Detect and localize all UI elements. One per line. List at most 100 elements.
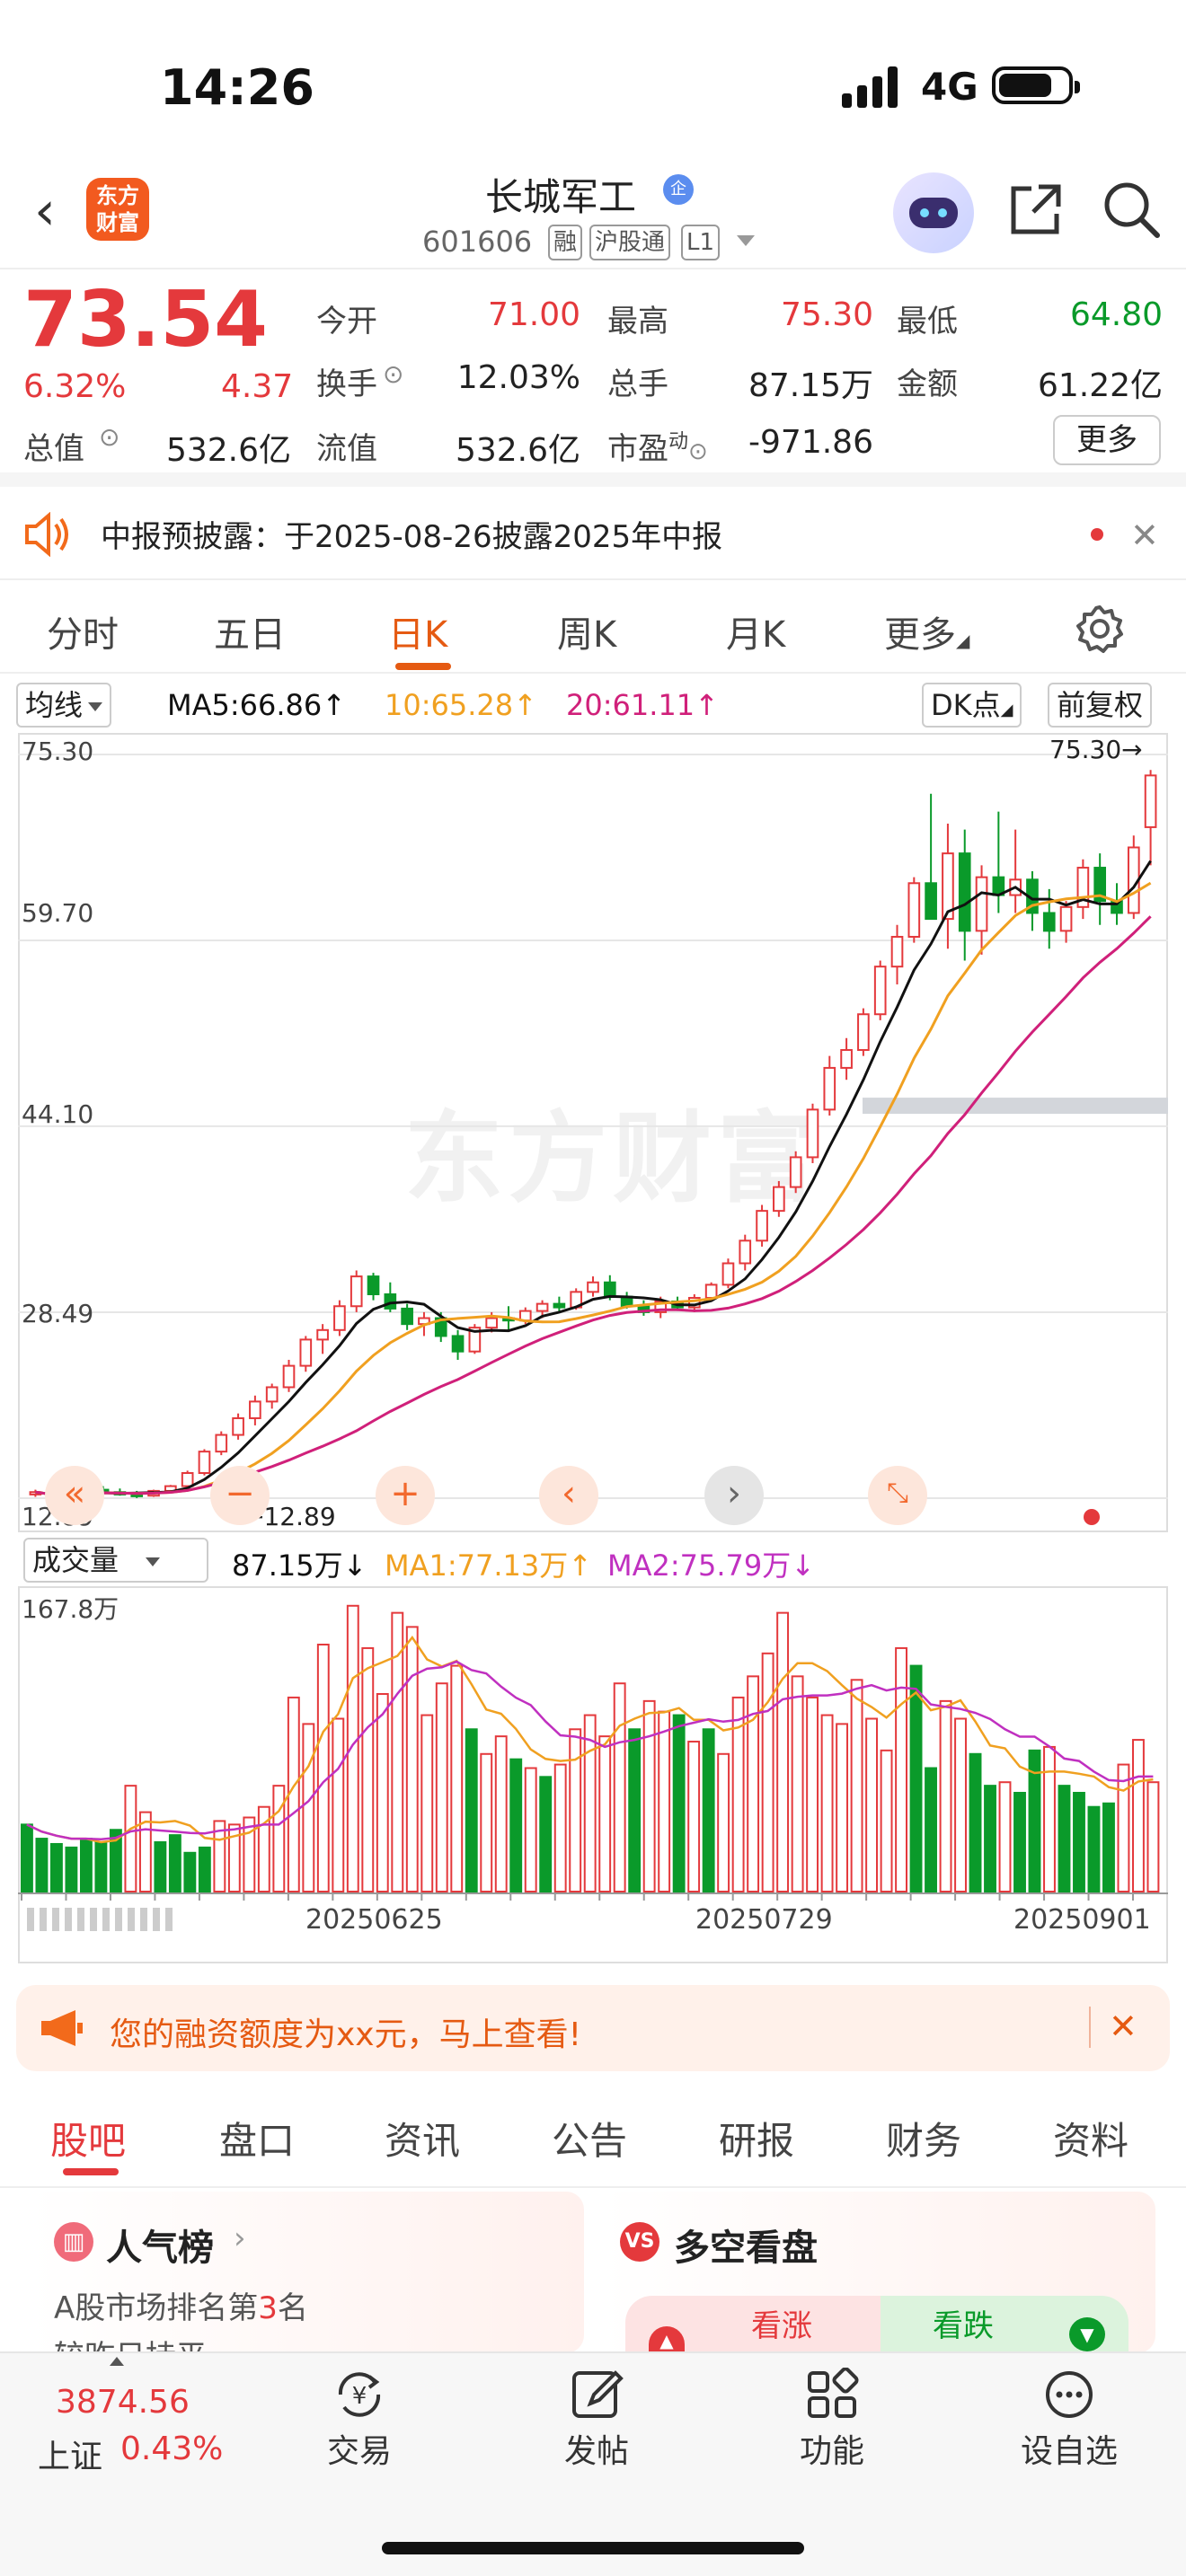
volume-bar: [124, 1785, 137, 1892]
candle: [401, 1303, 413, 1330]
functions-button[interactable]: 功能: [769, 2367, 895, 2472]
tab-five-day[interactable]: 五日: [214, 605, 286, 657]
chevron-left-icon[interactable]: ‹: [539, 1466, 598, 1525]
close-icon[interactable]: ✕: [1109, 2007, 1137, 2046]
volume-bar: [494, 1735, 508, 1892]
turnover-value: 12.03%: [456, 359, 580, 396]
candle: [739, 1234, 752, 1271]
open-value: 71.00: [487, 296, 580, 333]
share-icon[interactable]: [1006, 180, 1066, 239]
search-icon[interactable]: [1100, 178, 1163, 241]
stock-name: 长城军工: [485, 175, 637, 219]
volume-bar: [361, 1646, 375, 1893]
candle: [806, 1103, 819, 1164]
candle: [840, 1037, 853, 1081]
candle: [992, 811, 1005, 913]
volume-ma1: MA1:77.13万↑: [385, 1548, 593, 1583]
candle: [1026, 871, 1039, 931]
volume-max-label: 167.8万: [22, 1594, 119, 1624]
candle: [925, 793, 937, 921]
add-watchlist-button[interactable]: 设自选: [1006, 2368, 1132, 2472]
expand-caret-icon[interactable]: [110, 2357, 124, 2366]
volume-bar: [450, 1664, 464, 1892]
ma5-line: [35, 860, 1152, 1496]
candle: [282, 1359, 296, 1392]
index-change: 0.43%: [120, 2430, 224, 2467]
volume-bar: [332, 1717, 345, 1892]
candle: [384, 1282, 397, 1312]
scroll-left-fast-icon[interactable]: «: [45, 1466, 104, 1525]
date-label: 20250729: [695, 1904, 833, 1936]
candle: [773, 1180, 785, 1217]
vs-icon: VS: [620, 2222, 659, 2262]
settings-gear-icon[interactable]: [1075, 604, 1125, 654]
volume-bar: [865, 1717, 879, 1892]
turnover-label: 换手: [316, 366, 377, 402]
tab-news[interactable]: 资讯: [385, 2111, 460, 2166]
tab-orderbook[interactable]: 盘口: [219, 2111, 295, 2166]
chevron-right-icon[interactable]: ›: [704, 1466, 764, 1525]
chevron-down-icon[interactable]: [737, 235, 755, 246]
ma20-line: [35, 915, 1152, 1496]
candle: [468, 1324, 482, 1354]
volume-bar: [316, 1644, 330, 1892]
tab-intraday[interactable]: 分时: [47, 605, 119, 657]
fullscreen-icon[interactable]: ⤡: [868, 1466, 927, 1525]
info-icon[interactable]: ⊙: [383, 359, 403, 389]
more-button[interactable]: 更多: [1053, 415, 1161, 465]
max-price-marker: 75.30→: [1049, 735, 1143, 764]
ma-selector[interactable]: 均线: [16, 683, 112, 728]
index-value[interactable]: 3874.56: [56, 2384, 190, 2421]
candle: [249, 1395, 261, 1425]
tab-financials[interactable]: 财务: [886, 2111, 961, 2166]
candle: [637, 1300, 651, 1316]
post-button[interactable]: 发帖: [534, 2368, 659, 2472]
close-icon[interactable]: ✕: [1130, 516, 1159, 555]
tab-forum[interactable]: 股吧: [50, 2111, 126, 2166]
tab-daily-k[interactable]: 日K: [388, 605, 447, 657]
popularity-card[interactable]: [31, 2192, 584, 2353]
info-icon[interactable]: ⊙: [99, 422, 119, 452]
tab-more[interactable]: 更多◢: [884, 605, 969, 657]
volume-bar: [1043, 1745, 1056, 1892]
assistant-avatar[interactable]: [893, 172, 974, 253]
adjust-button[interactable]: 前复权: [1048, 683, 1153, 728]
zoom-out-icon[interactable]: −: [210, 1466, 270, 1525]
back-icon[interactable]: ‹: [34, 180, 56, 243]
candle: [1144, 770, 1157, 866]
volume-bar: [569, 1728, 582, 1892]
signal-icon: [842, 66, 898, 108]
tag-level: L1: [681, 225, 721, 260]
zoom-in-icon[interactable]: +: [376, 1466, 435, 1525]
status-time: 14:26: [160, 59, 314, 116]
candle: [1059, 901, 1073, 943]
candle: [198, 1449, 211, 1476]
tab-research[interactable]: 研报: [719, 2111, 794, 2166]
tab-profile[interactable]: 资料: [1053, 2111, 1128, 2166]
chevron-right-icon: ›: [234, 2220, 246, 2256]
tab-announcements[interactable]: 公告: [552, 2111, 627, 2166]
candle: [587, 1276, 599, 1297]
tab-monthly-k[interactable]: 月K: [726, 605, 785, 657]
notice-text: 中报预披露：于2025-08-26披露2025年中报: [101, 519, 723, 555]
pressure-band: [863, 1098, 1168, 1115]
stock-code: 601606: [422, 225, 533, 259]
active-sub-tab-indicator: [63, 2168, 119, 2175]
volume-bar: [94, 1841, 108, 1892]
battery-icon: [992, 66, 1080, 104]
date-label: 20250625: [305, 1904, 443, 1936]
trade-button[interactable]: ¥ 交易: [296, 2368, 422, 2472]
tab-weekly-k[interactable]: 周K: [557, 605, 616, 657]
candle: [823, 1055, 836, 1116]
date-label: 20250901: [1013, 1904, 1151, 1936]
candle: [1093, 853, 1107, 925]
volume-bar: [524, 1767, 537, 1892]
promo-text: 您的融资额度为xx元，马上查看!: [110, 2016, 582, 2053]
volume-selector[interactable]: 成交量: [23, 1538, 208, 1583]
dk-point-button[interactable]: DK点◢: [922, 683, 1022, 728]
divider: [1089, 2007, 1091, 2048]
loading-placeholder: [27, 1908, 173, 1931]
megaphone-icon: [41, 2010, 83, 2046]
candle: [1076, 859, 1090, 920]
enterprise-badge: 企: [663, 174, 694, 205]
